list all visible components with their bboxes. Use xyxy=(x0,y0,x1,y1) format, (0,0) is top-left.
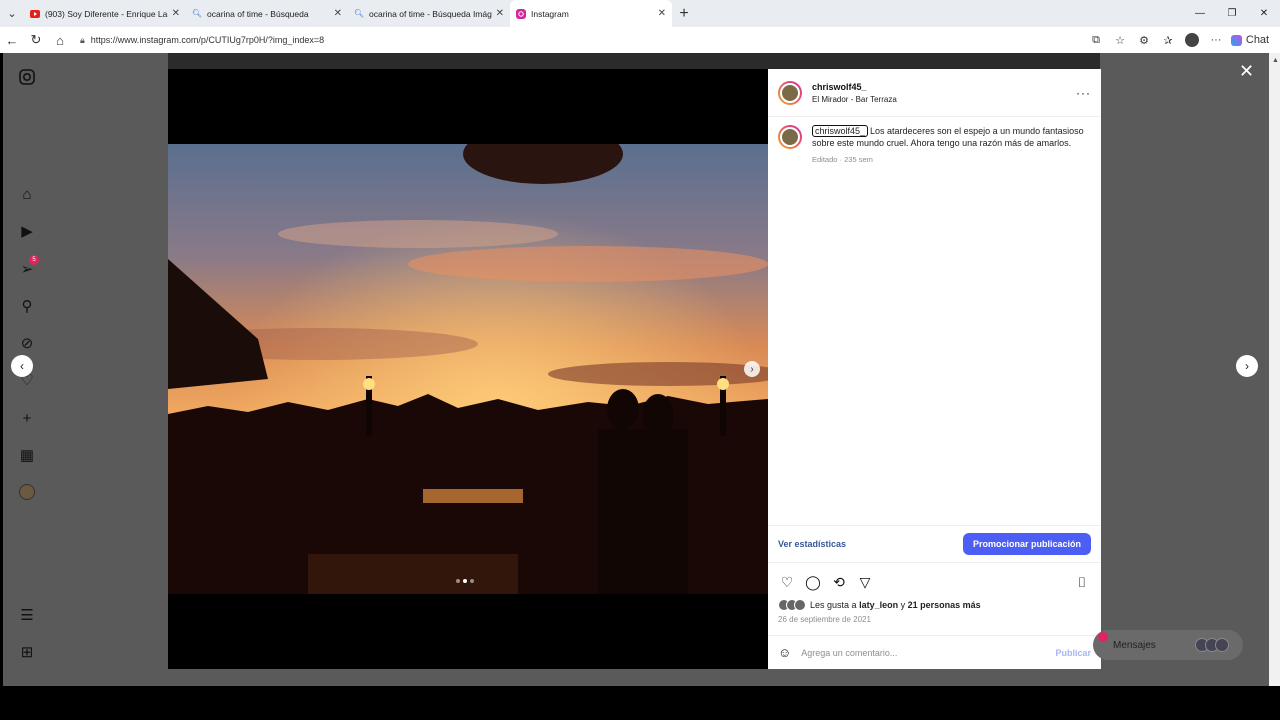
tab-title: ocarina of time - Búsqueda xyxy=(207,8,309,19)
promote-post-button[interactable]: Promocionar publicación xyxy=(962,533,1091,555)
create-plus-icon[interactable]: + xyxy=(17,408,37,428)
caption-text: chriswolf45_ Los atardeceres son el espej… xyxy=(812,125,1091,149)
instagram-page: ⌂ ▶ ➢ 5 ⚲ ⊘ ♡ + ▦ ☰ ⊞ › chriswolf45_ El … xyxy=(3,53,1269,686)
page-scrollbar[interactable]: ▲ xyxy=(1269,53,1280,686)
chat-label: Chat xyxy=(1245,34,1270,46)
home-icon[interactable]: ⌂ xyxy=(48,27,72,53)
reels-icon[interactable]: ▶ xyxy=(17,221,37,241)
favorites-list-icon[interactable]: ✰ xyxy=(1156,27,1180,53)
view-insights-link[interactable]: Ver estadísticas xyxy=(778,539,846,549)
author-username[interactable]: chriswolf45_ xyxy=(812,82,897,92)
browser-toolbar: ⧉ ☆ ⚙ ✰ ··· Chat xyxy=(1084,27,1272,53)
comment-bar: ☺ Agrega un comentario... Publicar xyxy=(768,635,1101,669)
carousel-dots xyxy=(456,579,474,583)
message-avatars xyxy=(1195,638,1229,652)
post-location[interactable]: El Mirador - Bar Terraza xyxy=(812,95,897,104)
post-date: 26 de septiembre de 2021 xyxy=(778,615,871,624)
likes-others[interactable]: 21 personas más xyxy=(908,600,981,610)
window-controls: — ❐ ✕ xyxy=(1184,0,1280,27)
direct-messages-icon[interactable]: ➢ 5 xyxy=(17,255,39,279)
comment-input[interactable]: Agrega un comentario... xyxy=(801,648,897,658)
profile-avatar[interactable] xyxy=(17,482,37,502)
search-icon: 🔍︎ xyxy=(191,9,203,18)
repost-icon[interactable]: ⟲ xyxy=(830,573,848,591)
scroll-up-arrow-icon[interactable]: ▲ xyxy=(1272,57,1279,71)
minimize-icon[interactable]: — xyxy=(1184,0,1216,27)
lock-icon[interactable]: 🔒︎ xyxy=(80,35,85,46)
tab-bar: ⌄ (903) Soy Diferente - Enrique Lang ✕ 🔍… xyxy=(0,0,1280,27)
back-arrow-icon[interactable]: ← xyxy=(0,27,24,53)
menu-hamburger-icon[interactable]: ☰ xyxy=(17,605,37,625)
post-details-panel: chriswolf45_ El Mirador - Bar Terraza ··… xyxy=(768,69,1101,669)
carousel-next-icon[interactable]: › xyxy=(744,361,760,377)
liker-avatars xyxy=(778,599,806,611)
tab-list-chevron-icon[interactable]: ⌄ xyxy=(0,0,24,27)
url-field[interactable]: 🔒︎ https://www.instagram.com/p/CUTIUg7rp… xyxy=(80,30,1084,50)
new-tab-plus-icon[interactable]: + xyxy=(672,5,696,23)
copilot-chat-button[interactable]: Chat xyxy=(1228,27,1272,53)
caption-meta: Editado · 235 sem xyxy=(812,155,873,164)
close-window-icon[interactable]: ✕ xyxy=(1248,0,1280,27)
open-in-app-icon[interactable]: ⧉ xyxy=(1084,27,1108,53)
publish-button[interactable]: Publicar xyxy=(1055,648,1091,658)
caption-author-avatar[interactable] xyxy=(778,125,802,149)
close-tab-icon[interactable]: ✕ xyxy=(334,8,342,19)
taskbar-area xyxy=(0,686,1280,720)
tab-youtube[interactable]: (903) Soy Diferente - Enrique Lang ✕ xyxy=(24,0,186,27)
messages-badge xyxy=(1098,632,1108,642)
close-tab-icon[interactable]: ✕ xyxy=(496,8,504,19)
explore-compass-icon[interactable]: ⊘ xyxy=(17,333,37,353)
tab-title: ocarina of time - Búsqueda Imágen xyxy=(369,8,492,19)
instagram-icon xyxy=(516,8,526,19)
post-header: chriswolf45_ El Mirador - Bar Terraza ··… xyxy=(768,69,1101,117)
previous-post-icon[interactable]: ‹ xyxy=(11,355,33,377)
messages-label: Mensajes xyxy=(1113,639,1156,651)
search-icon[interactable]: ⚲ xyxy=(17,296,37,316)
address-bar: ← ↻ ⌂ 🔒︎ https://www.instagram.com/p/CUT… xyxy=(0,27,1280,53)
more-apps-icon[interactable]: ⊞ xyxy=(17,642,37,662)
dashboard-chart-icon[interactable]: ▦ xyxy=(17,445,37,465)
comment-bubble-icon[interactable]: ◯ xyxy=(804,573,822,591)
home-icon[interactable]: ⌂ xyxy=(17,184,37,204)
likes-summary: Les gusta a laty_leon y 21 personas más xyxy=(778,599,981,611)
likes-prefix: Les gusta a xyxy=(810,600,857,610)
emoji-icon[interactable]: ☺ xyxy=(778,645,791,660)
like-heart-icon[interactable]: ♡ xyxy=(778,573,796,591)
url-text: https://www.instagram.com/p/CUTIUg7rp0H/… xyxy=(90,35,325,45)
insights-row: Ver estadísticas Promocionar publicación xyxy=(768,525,1101,563)
sunset-photo xyxy=(168,144,768,594)
share-send-icon[interactable]: ▽ xyxy=(856,573,874,591)
background-grid-strip xyxy=(168,53,1100,69)
profile-avatar[interactable] xyxy=(1180,27,1204,53)
tab-title: Instagram xyxy=(531,8,569,19)
caption-block: chriswolf45_ Los atardeceres son el espej… xyxy=(768,117,1101,172)
tab-search-1[interactable]: 🔍︎ ocarina of time - Búsqueda ✕ xyxy=(186,0,348,27)
reload-icon[interactable]: ↻ xyxy=(24,27,48,53)
search-icon: 🔍︎ xyxy=(353,9,365,18)
author-avatar[interactable] xyxy=(778,80,802,105)
close-tab-icon[interactable]: ✕ xyxy=(172,8,180,19)
next-post-icon[interactable]: › xyxy=(1236,355,1258,377)
instagram-logo-icon[interactable] xyxy=(17,67,37,87)
youtube-icon xyxy=(30,9,40,19)
post-media: › xyxy=(168,69,768,669)
close-tab-icon[interactable]: ✕ xyxy=(658,8,666,19)
favorite-star-icon[interactable]: ☆ xyxy=(1108,27,1132,53)
post-actions: ♡ ◯ ⟲ ▽ ⌷ xyxy=(778,571,1091,593)
tab-instagram[interactable]: Instagram ✕ xyxy=(510,0,672,27)
tab-title: (903) Soy Diferente - Enrique Lang xyxy=(45,8,168,19)
restore-icon[interactable]: ❐ xyxy=(1216,0,1248,27)
notification-badge: 5 xyxy=(29,255,39,265)
more-options-icon[interactable]: ··· xyxy=(1076,86,1091,100)
tab-search-2[interactable]: 🔍︎ ocarina of time - Búsqueda Imágen ✕ xyxy=(348,0,510,27)
likes-and: y xyxy=(900,600,906,610)
messages-dock[interactable]: Mensajes xyxy=(1093,630,1243,660)
more-menu-icon[interactable]: ··· xyxy=(1204,27,1228,53)
close-icon[interactable]: ✕ xyxy=(1239,61,1254,82)
likes-user[interactable]: laty_leon xyxy=(859,600,898,610)
extensions-icon[interactable]: ⚙ xyxy=(1132,27,1156,53)
save-bookmark-icon[interactable]: ⌷ xyxy=(1073,573,1091,591)
caption-username[interactable]: chriswolf45_ xyxy=(812,125,869,137)
